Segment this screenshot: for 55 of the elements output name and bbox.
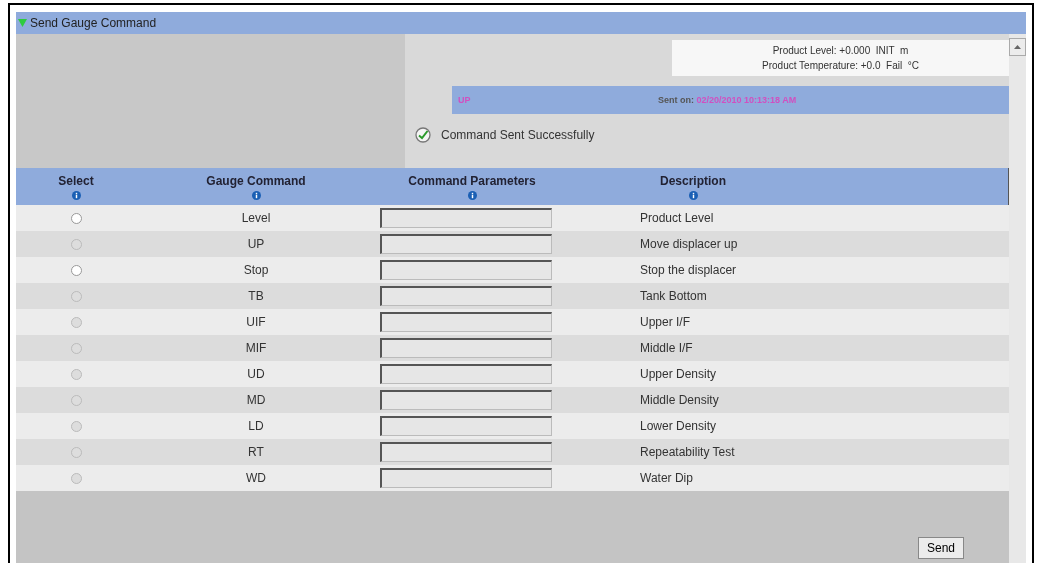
reading-text: Product Level: +0.000 INIT m	[771, 44, 910, 58]
command-cell: Stop	[243, 263, 269, 277]
description-cell: Stop the displacer	[640, 263, 737, 277]
column-header: Command Parameters	[408, 173, 536, 188]
command-cell: RT	[248, 445, 264, 459]
column-header: Select	[58, 173, 94, 188]
description-cell: Repeatability Test	[640, 445, 735, 459]
info-icon[interactable]	[71, 190, 81, 200]
scrollbar[interactable]	[1009, 34, 1026, 563]
up-arrow-icon	[1014, 45, 1021, 49]
command-cell: TB	[248, 289, 264, 303]
description-cell: Middle I/F	[640, 341, 693, 355]
panel-title: Send Gauge Command	[30, 16, 157, 30]
description-cell: Lower Density	[640, 419, 717, 433]
info-icon[interactable]	[251, 190, 261, 200]
parameter-field[interactable]	[380, 208, 552, 228]
command-cell: UP	[247, 237, 265, 251]
description-cell: Middle Density	[640, 393, 719, 407]
parameter-field[interactable]	[380, 468, 552, 488]
parameter-field[interactable]	[380, 234, 552, 254]
parameter-field[interactable]	[380, 390, 552, 410]
parameter-field[interactable]	[380, 312, 552, 332]
last-command: UP	[457, 95, 472, 105]
select-radio[interactable]	[70, 212, 82, 224]
send-button[interactable]: Send	[917, 537, 964, 559]
description-cell: Move displacer up	[640, 237, 738, 251]
description-cell: Product Level	[640, 211, 714, 225]
description-cell: Water Dip	[640, 471, 693, 485]
description-cell: Upper I/F	[640, 315, 690, 329]
command-cell: MIF	[245, 341, 267, 355]
parameter-field[interactable]	[380, 260, 552, 280]
column-header: Description	[660, 173, 726, 188]
parameter-field[interactable]	[380, 364, 552, 384]
column-header: Gauge Command	[206, 173, 306, 188]
parameter-field[interactable]	[380, 338, 552, 358]
command-cell: UD	[247, 367, 265, 381]
reading-text: Product Temperature: +0.0 Fail °C	[761, 59, 920, 73]
command-cell: WD	[246, 471, 266, 485]
scroll-up-button[interactable]	[1009, 38, 1026, 56]
status-message: Command Sent Successfully	[441, 128, 595, 142]
description-cell: Upper Density	[640, 367, 717, 381]
command-cell: UIF	[246, 315, 266, 329]
sent-label: Sent on:	[658, 95, 694, 105]
command-cell: LD	[248, 419, 264, 433]
sent-time: 02/20/2010 10:13:18 AM	[696, 95, 797, 105]
description-cell: Tank Bottom	[640, 289, 707, 303]
info-icon[interactable]	[467, 190, 477, 200]
info-icon[interactable]	[688, 190, 698, 200]
select-radio[interactable]	[70, 264, 82, 276]
parameter-field[interactable]	[380, 442, 552, 462]
parameter-field[interactable]	[380, 416, 552, 436]
parameter-field[interactable]	[380, 286, 552, 306]
check-icon	[415, 127, 431, 143]
command-cell: MD	[246, 393, 266, 407]
command-cell: Level	[241, 211, 271, 225]
